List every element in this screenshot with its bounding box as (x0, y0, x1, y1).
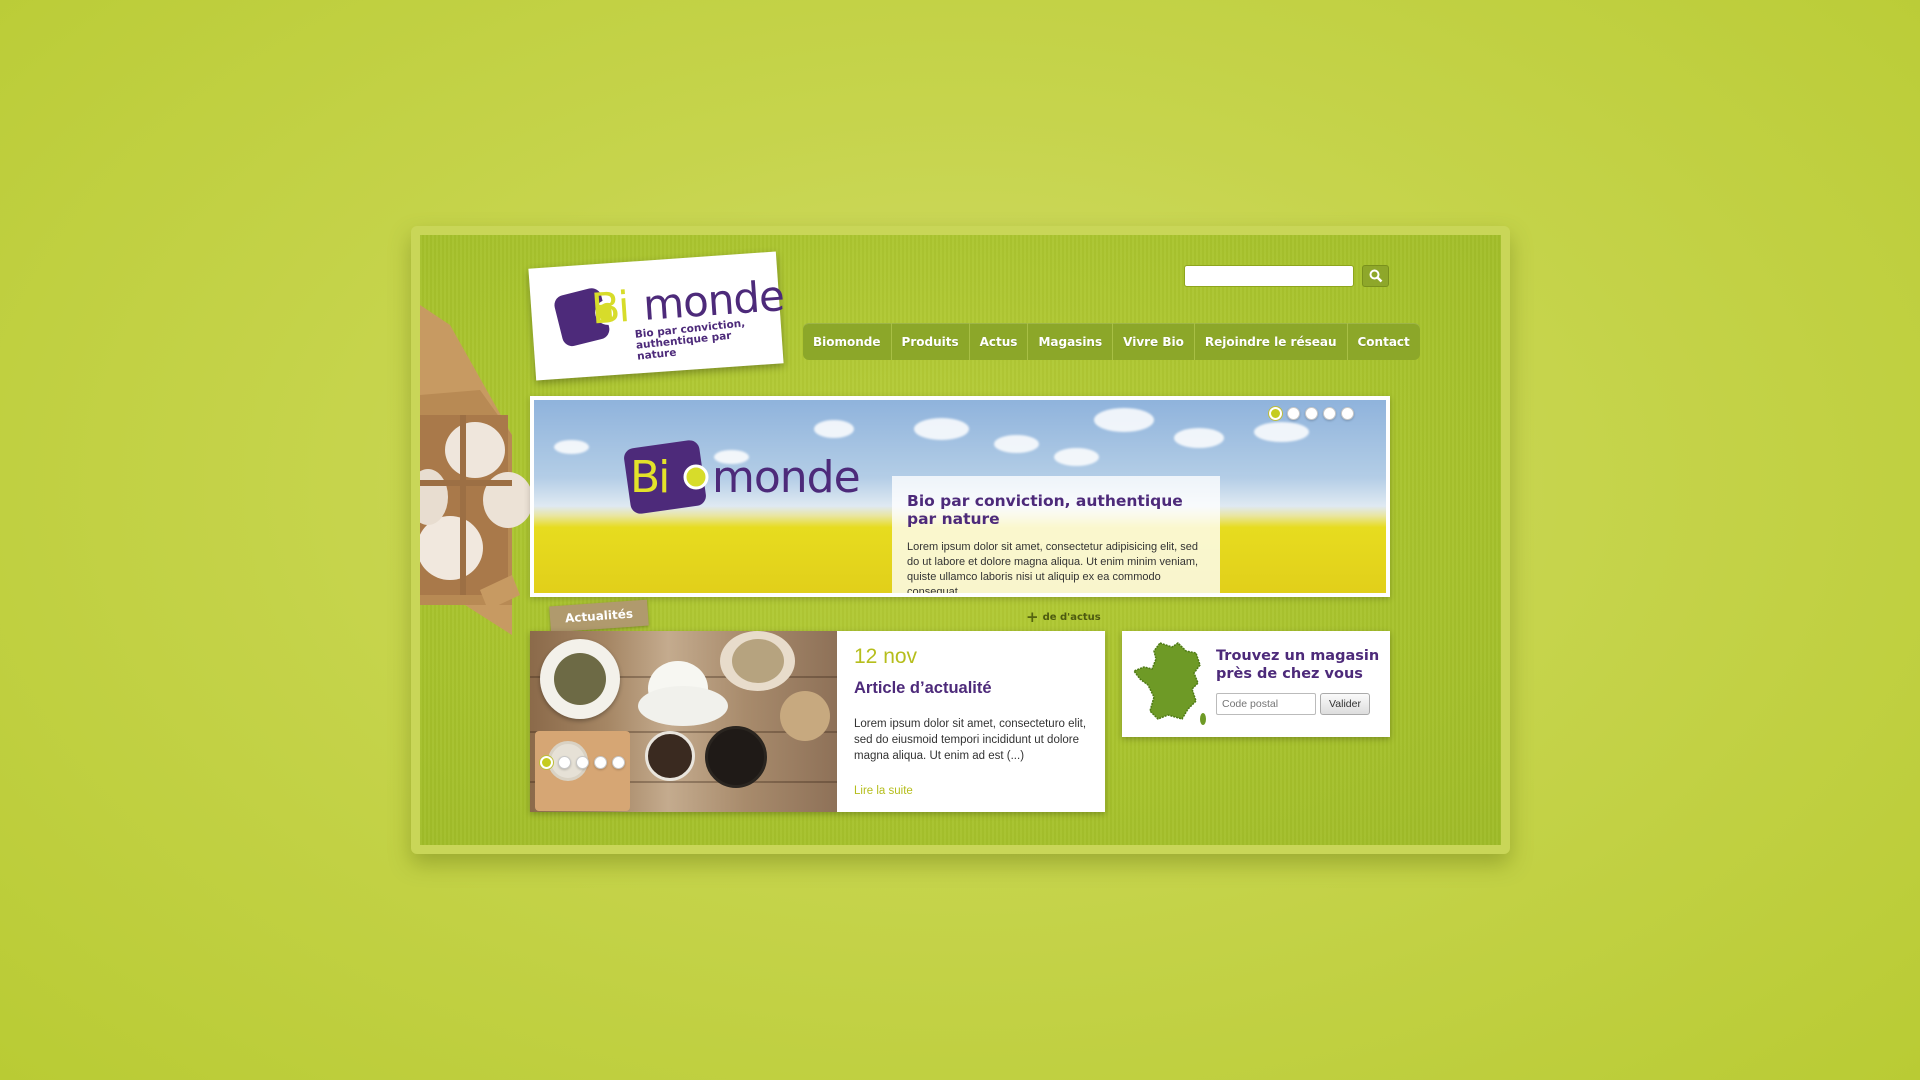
hero-dot-2[interactable] (1287, 407, 1300, 420)
read-more-link[interactable]: Lire la suite (854, 785, 913, 797)
hero-dot-4[interactable] (1323, 407, 1336, 420)
store-finder: Trouvez un magasin près de chez vous Val… (1122, 631, 1390, 737)
news-title[interactable]: Article d’actualité (854, 679, 992, 698)
postal-code-input[interactable] (1216, 693, 1316, 715)
nav-item-magasins[interactable]: Magasins (1028, 323, 1114, 360)
nav-item-actus[interactable]: Actus (970, 323, 1029, 360)
news-card: 12 nov Article d’actualité Lorem ipsum d… (530, 631, 1105, 812)
hero-logo-monde: monde (712, 452, 861, 503)
logo-bio-text: Bi (589, 282, 630, 334)
hero-text: Lorem ipsum dolor sit amet, consectetur … (907, 541, 1199, 593)
website: Bi monde Bio par conviction, authentique… (420, 235, 1501, 845)
hero-logo-dot-icon (683, 464, 709, 490)
news-date: 12 nov (854, 645, 918, 668)
news-tab[interactable]: Actualités (549, 599, 649, 633)
store-finder-title: Trouvez un magasin près de chez vous (1216, 648, 1380, 682)
hero-slider: Bi monde Bio par conviction, authentique… (530, 396, 1390, 597)
hero-logo-bio: Bi (630, 452, 670, 503)
nav-item-produits[interactable]: Produits (892, 323, 970, 360)
hero-slide-dots (1269, 407, 1354, 420)
plus-icon: + (1026, 608, 1039, 626)
hero-dot-3[interactable] (1305, 407, 1318, 420)
hero-dot-1[interactable] (1269, 407, 1282, 420)
news-dot-1[interactable] (540, 756, 553, 769)
search-button[interactable] (1362, 265, 1389, 287)
news-dot-4[interactable] (594, 756, 607, 769)
news-image (530, 631, 837, 812)
validate-button[interactable]: Valider (1320, 693, 1370, 715)
nav-item-vivre-bio[interactable]: Vivre Bio (1113, 323, 1195, 360)
more-news-link[interactable]: + de d'actus (1026, 608, 1101, 626)
hero-caption: Bio par conviction, authentique par natu… (892, 476, 1220, 593)
logo[interactable]: Bi monde Bio par conviction, authentique… (528, 251, 785, 381)
news-dot-2[interactable] (558, 756, 571, 769)
france-map-icon (1132, 642, 1206, 725)
nav-item-biomonde[interactable]: Biomonde (803, 323, 892, 360)
nav-item-contact[interactable]: Contact (1348, 323, 1420, 360)
hero-dot-5[interactable] (1341, 407, 1354, 420)
egg-box-decoration (420, 305, 533, 635)
search-input[interactable] (1184, 265, 1354, 287)
news-text: Lorem ipsum dolor sit amet, consecteturo… (854, 718, 1087, 762)
news-slide-dots (540, 756, 625, 769)
hero-title: Bio par conviction, authentique par natu… (907, 492, 1183, 528)
hero-image: Bi monde Bio par conviction, authentique… (534, 400, 1386, 593)
search-icon (1369, 269, 1382, 283)
main-nav: Biomonde Produits Actus Magasins Vivre B… (803, 323, 1420, 360)
news-dot-3[interactable] (576, 756, 589, 769)
nav-item-rejoindre[interactable]: Rejoindre le réseau (1195, 323, 1348, 360)
news-dot-5[interactable] (612, 756, 625, 769)
